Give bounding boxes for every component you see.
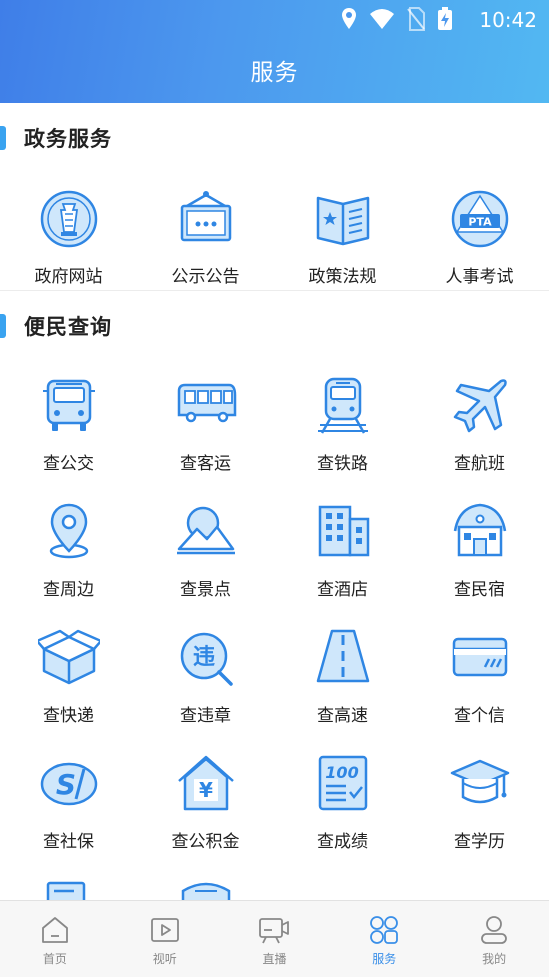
svg-text:100: 100: [325, 763, 358, 782]
bottom-tab-bar: 首页 视听 直播 服务 我的: [0, 900, 549, 977]
hotel-icon: [318, 505, 370, 557]
service-item-social-security[interactable]: S 查社保: [0, 753, 137, 863]
service-item-exam[interactable]: PTA 人事考试: [411, 188, 548, 298]
housing-fund-icon: ¥: [178, 755, 234, 811]
landscape-icon: [177, 506, 235, 555]
section-accent-bar: [0, 314, 6, 338]
user-icon: [481, 916, 507, 944]
location-pin-icon: [49, 503, 89, 559]
house-icon: [453, 503, 507, 557]
battery-charging-icon: [438, 7, 452, 30]
bus-icon: [43, 379, 95, 431]
service-item-bus[interactable]: 查公交: [0, 375, 137, 485]
social-security-icon: S: [40, 762, 98, 806]
service-item-homestay[interactable]: 查民宿: [411, 501, 548, 611]
section-title-gov: 政务服务: [0, 120, 112, 156]
service-item-gov-website[interactable]: 政府网站: [0, 188, 137, 298]
video-camera-icon: [259, 918, 290, 944]
emblem-icon: [40, 190, 98, 248]
service-item-housing-fund[interactable]: ¥ 查公积金: [137, 753, 274, 863]
svg-text:S: S: [56, 768, 76, 801]
location-icon: [342, 8, 356, 29]
service-item-train[interactable]: 查铁路: [274, 375, 411, 485]
svg-text:PTA: PTA: [468, 216, 492, 229]
service-item-partial-1[interactable]: [0, 879, 137, 900]
service-item-scenic[interactable]: 查景点: [137, 501, 274, 611]
tab-home[interactable]: 首页: [0, 901, 110, 977]
airplane-icon: [453, 379, 507, 433]
svg-text:¥: ¥: [199, 778, 213, 802]
home-icon: [41, 917, 68, 943]
credit-card-icon: [452, 637, 508, 677]
service-item-partial-2[interactable]: [137, 879, 274, 900]
graduation-cap-icon: [450, 759, 510, 804]
service-item-score[interactable]: 100 查成绩: [274, 753, 411, 863]
service-item-policy[interactable]: 政策法规: [274, 188, 411, 298]
highway-icon: [316, 629, 370, 683]
violation-icon: 违: [180, 632, 233, 686]
notice-board-icon: [180, 191, 232, 242]
service-item-credit[interactable]: 查个信: [411, 627, 548, 737]
svg-text:违: 违: [193, 644, 215, 670]
section-divider: [0, 290, 549, 291]
app-header: 10:42 服务: [0, 0, 549, 103]
service-item-education[interactable]: 查学历: [411, 753, 548, 863]
book-icon: [316, 196, 370, 246]
service-content[interactable]: 政务服务 政府网站 公示公告 政策法规 PTA 人事考试 便民查询 查公交 查客…: [0, 103, 549, 900]
grid-icon: [370, 916, 399, 944]
service-item-violation[interactable]: 违 查违章: [137, 627, 274, 737]
tab-profile[interactable]: 我的: [439, 901, 549, 977]
page-title: 服务: [250, 60, 299, 86]
pta-icon: PTA: [451, 190, 509, 248]
tab-live[interactable]: 直播: [220, 901, 330, 977]
service-item-notice[interactable]: 公示公告: [137, 188, 274, 298]
score-icon: 100: [318, 755, 368, 811]
shield-icon: [181, 882, 231, 900]
tab-media[interactable]: 视听: [110, 901, 220, 977]
service-item-nearby[interactable]: 查周边: [0, 501, 137, 611]
train-icon: [318, 377, 368, 434]
no-sim-icon: [407, 7, 425, 31]
status-bar: 10:42: [0, 0, 549, 40]
coach-icon: [177, 383, 237, 423]
service-item-coach[interactable]: 查客运: [137, 375, 274, 485]
section-title-convenience: 便民查询: [0, 308, 112, 344]
service-item-express[interactable]: 查快递: [0, 627, 137, 737]
package-icon: [38, 629, 100, 685]
play-icon: [150, 918, 179, 942]
service-item-hotel[interactable]: 查酒店: [274, 501, 411, 611]
service-item-flight[interactable]: 查航班: [411, 375, 548, 485]
service-item-highway[interactable]: 查高速: [274, 627, 411, 737]
status-time: 10:42: [479, 8, 537, 32]
tab-services[interactable]: 服务: [329, 901, 439, 977]
wifi-icon: [370, 9, 394, 29]
document-icon: [46, 881, 86, 900]
section-accent-bar: [0, 126, 6, 150]
